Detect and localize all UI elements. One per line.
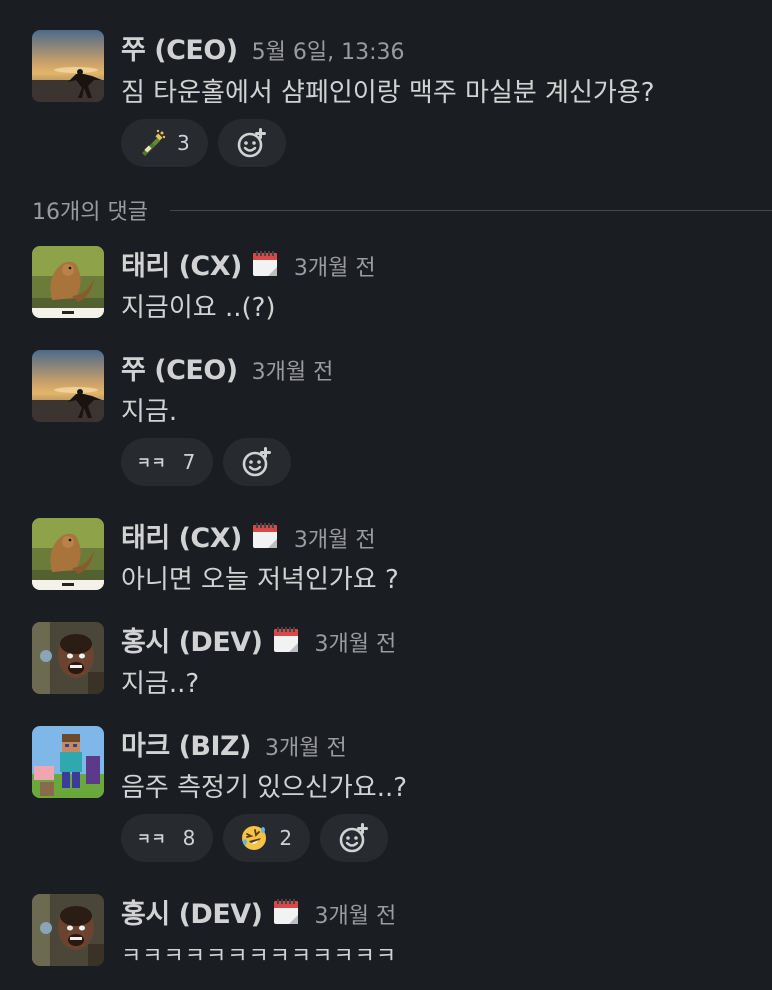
timestamp[interactable]: 3개월 전 xyxy=(315,626,397,658)
avatar[interactable] xyxy=(32,350,104,422)
add-reaction-button[interactable] xyxy=(223,438,292,486)
reaction-kk[interactable]: ㅋㅋ 8 xyxy=(121,814,214,862)
thread-view: 쭈 (CEO) 5월 6일, 13:36 짐 타운홀에서 샴페인이랑 맥주 마실… xyxy=(0,0,772,990)
sender-name[interactable]: 홍시 (DEV) xyxy=(121,620,263,659)
reaction-rofl[interactable]: 2 xyxy=(223,814,311,862)
divider-line xyxy=(169,209,772,211)
avatar[interactable] xyxy=(32,30,104,102)
reaction-count: 7 xyxy=(182,450,196,474)
rolling-on-floor-laughing-icon xyxy=(239,823,269,853)
reaction-count: 3 xyxy=(177,131,190,155)
sender-name[interactable]: 태리 (CX) xyxy=(121,516,242,555)
message-text: 짐 타운홀에서 샴페인이랑 맥주 마실분 계신가용? xyxy=(121,78,655,108)
champagne-bottle-icon xyxy=(137,128,167,158)
timestamp[interactable]: 3개월 전 xyxy=(315,898,397,930)
sender-name[interactable]: 마크 (BIZ) xyxy=(121,724,251,763)
calendar-icon xyxy=(271,625,301,655)
add-reaction-button[interactable] xyxy=(217,119,286,167)
calendar-icon xyxy=(250,249,280,279)
sender-name[interactable]: 쭈 (CEO) xyxy=(121,348,238,387)
add-reaction-icon xyxy=(235,126,269,160)
message-text: 지금..? xyxy=(121,669,200,699)
reaction-champagne[interactable]: 3 xyxy=(121,119,208,167)
add-reaction-button[interactable] xyxy=(320,814,389,862)
reaction-kk[interactable]: ㅋㅋ 7 xyxy=(121,438,214,486)
kk-emoji: ㅋㅋ xyxy=(137,453,167,472)
reaction-bar: 3 xyxy=(121,119,286,167)
reaction-count: 8 xyxy=(182,826,196,850)
timestamp[interactable]: 5월 6일, 13:36 xyxy=(252,34,405,66)
message-text: ㅋㅋㅋㅋㅋㅋㅋㅋㅋㅋㅋㅋㅋ xyxy=(121,944,398,969)
message-text: 지금. xyxy=(121,397,178,427)
kk-emoji: ㅋㅋ xyxy=(137,829,167,848)
sender-name[interactable]: 홍시 (DEV) xyxy=(121,892,263,931)
reaction-bar: ㅋㅋ 7 xyxy=(121,438,292,486)
replies-count: 16개의 댓글 xyxy=(32,200,148,225)
sender-name[interactable]: 쭈 (CEO) xyxy=(121,28,238,67)
replies-divider: 16개의 댓글 xyxy=(32,190,772,230)
timestamp[interactable]: 3개월 전 xyxy=(294,522,376,554)
avatar[interactable] xyxy=(32,622,104,694)
add-reaction-icon xyxy=(337,821,371,855)
timestamp[interactable]: 3개월 전 xyxy=(252,354,334,386)
add-reaction-icon xyxy=(240,445,274,479)
avatar[interactable] xyxy=(32,246,104,318)
sender-name[interactable]: 태리 (CX) xyxy=(121,244,242,283)
calendar-icon xyxy=(250,521,280,551)
message-text: 음주 측정기 있으신가요..? xyxy=(121,773,408,803)
avatar[interactable] xyxy=(32,894,104,966)
avatar[interactable] xyxy=(32,726,104,798)
avatar[interactable] xyxy=(32,518,104,590)
message-text: 지금이요 ..(?) xyxy=(121,293,276,323)
reaction-bar: ㅋㅋ 8 2 xyxy=(121,814,389,862)
timestamp[interactable]: 3개월 전 xyxy=(265,730,347,762)
message-text: 아니면 오늘 저녁인가요 ? xyxy=(121,565,399,595)
reaction-count: 2 xyxy=(279,826,293,850)
timestamp[interactable]: 3개월 전 xyxy=(294,250,376,282)
calendar-icon xyxy=(271,897,301,927)
